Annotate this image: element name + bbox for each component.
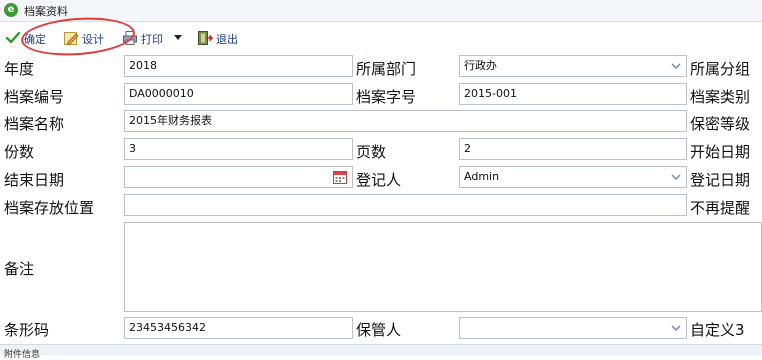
barcode-label: 条形码 xyxy=(4,321,50,339)
registrar-select[interactable]: Admin xyxy=(459,166,687,188)
archive-name-label: 档案名称 xyxy=(4,115,65,133)
remark-textarea[interactable] xyxy=(124,222,762,312)
department-select[interactable]: 行政办 xyxy=(459,55,687,77)
end-date-input[interactable] xyxy=(124,166,353,188)
year-label: 年度 xyxy=(4,60,35,78)
archive-number-label: 档案编号 xyxy=(4,88,65,106)
keeper-select[interactable] xyxy=(459,317,687,339)
exit-button[interactable]: 退出 xyxy=(197,30,243,46)
storage-location-label: 档案存放位置 xyxy=(4,199,95,217)
calendar-icon[interactable] xyxy=(332,169,348,185)
department-label: 所属部门 xyxy=(356,60,417,78)
year-input[interactable]: 2018 xyxy=(124,55,353,77)
window-title: 档案资料 xyxy=(24,5,68,18)
confirm-label: 确定 xyxy=(24,33,46,46)
no-remind-label: 不再提醒 xyxy=(690,199,751,217)
category-label: 档案类别 xyxy=(690,88,751,106)
barcode-input[interactable]: 23453456342 xyxy=(124,317,353,339)
storage-location-input[interactable] xyxy=(124,194,687,216)
copies-input[interactable]: 3 xyxy=(124,138,353,160)
registrar-value: Admin xyxy=(464,170,500,183)
custom3-label: 自定义3 xyxy=(690,321,745,339)
pages-label: 页数 xyxy=(356,143,387,161)
window-title-bar: e 档案资料 xyxy=(0,0,762,22)
keeper-label: 保管人 xyxy=(356,321,402,339)
copies-label: 份数 xyxy=(4,143,35,161)
print-button[interactable]: 打印 xyxy=(122,30,184,46)
archive-word-label: 档案字号 xyxy=(356,88,417,106)
edit-form-icon xyxy=(64,32,79,46)
registrar-label: 登记人 xyxy=(356,171,402,189)
exit-door-icon xyxy=(198,31,213,45)
design-label: 设计 xyxy=(82,33,104,46)
chevron-down-icon[interactable] xyxy=(670,60,682,72)
dropdown-caret-icon[interactable] xyxy=(174,35,182,41)
checkmark-icon xyxy=(5,31,21,44)
print-label: 打印 xyxy=(141,33,163,46)
printer-icon xyxy=(123,31,137,45)
archive-word-input[interactable]: 2015-001 xyxy=(459,83,687,105)
chevron-down-icon[interactable] xyxy=(670,171,682,183)
attachment-section-header[interactable]: 附件信息 xyxy=(0,344,762,360)
register-date-label: 登记日期 xyxy=(690,171,751,189)
secret-level-label: 保密等级 xyxy=(690,115,751,133)
design-button[interactable]: 设计 xyxy=(63,30,109,46)
remark-label: 备注 xyxy=(4,260,35,278)
exit-label: 退出 xyxy=(216,33,238,46)
group-label: 所属分组 xyxy=(690,60,751,78)
department-value: 行政办 xyxy=(464,59,497,72)
confirm-button[interactable]: 确定 xyxy=(5,30,51,46)
start-date-label: 开始日期 xyxy=(690,143,751,161)
toolbar: 确定 设计 打印 退出 xyxy=(0,22,762,52)
archive-number-input[interactable]: DA0000010 xyxy=(124,83,353,105)
chevron-down-icon[interactable] xyxy=(670,322,682,334)
app-logo-icon: e xyxy=(4,3,18,17)
pages-input[interactable]: 2 xyxy=(459,138,687,160)
archive-name-input[interactable]: 2015年财务报表 xyxy=(124,110,687,132)
end-date-label: 结束日期 xyxy=(4,171,65,189)
